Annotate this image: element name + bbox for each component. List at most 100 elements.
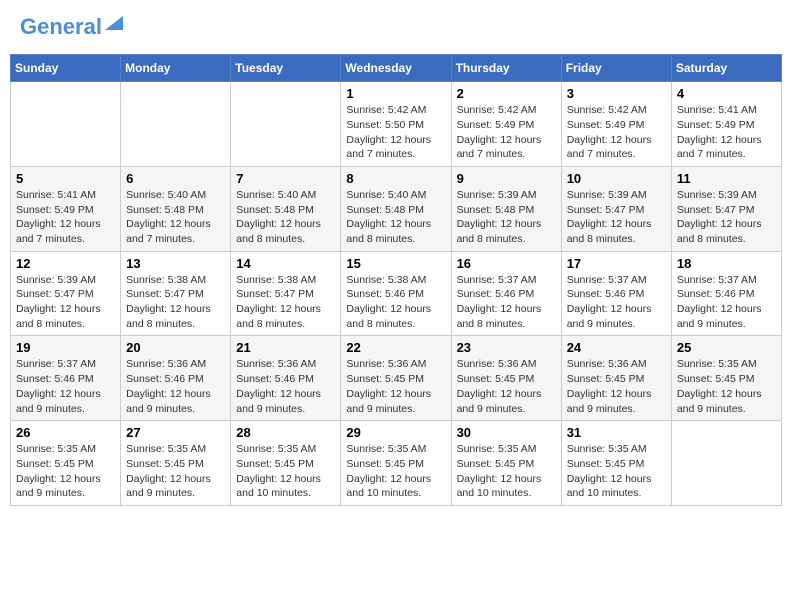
day-info: Sunrise: 5:38 AM Sunset: 5:47 PM Dayligh…	[126, 273, 225, 332]
day-info: Sunrise: 5:41 AM Sunset: 5:49 PM Dayligh…	[677, 103, 776, 162]
weekday-header-cell: Saturday	[671, 55, 781, 82]
calendar-day-cell: 25 Sunrise: 5:35 AM Sunset: 5:45 PM Dayli…	[671, 336, 781, 421]
calendar-day-cell: 8Sunrise: 5:40 AM Sunset: 5:48 PM Daylig…	[341, 166, 451, 251]
day-info: Sunrise: 5:39 AM Sunset: 5:48 PM Dayligh…	[457, 188, 556, 247]
day-info: Sunrise: 5:35 AM Sunset: 5:45 PM Dayligh…	[126, 442, 225, 501]
day-info: Sunrise: 5:39 AM Sunset: 5:47 PM Dayligh…	[567, 188, 666, 247]
day-info: Sunrise: 5:42 AM Sunset: 5:49 PM Dayligh…	[457, 103, 556, 162]
day-number: 7	[236, 171, 335, 186]
day-number: 25	[677, 340, 776, 355]
day-info: Sunrise: 5:35 AM Sunset: 5:45 PM Dayligh…	[677, 357, 776, 416]
calendar-day-cell: 30 Sunrise: 5:35 AM Sunset: 5:45 PM Dayli…	[451, 421, 561, 506]
calendar-day-cell	[671, 421, 781, 506]
calendar-day-cell: 21 Sunrise: 5:36 AM Sunset: 5:46 PM Dayli…	[231, 336, 341, 421]
day-info: Sunrise: 5:35 AM Sunset: 5:45 PM Dayligh…	[236, 442, 335, 501]
calendar-table: SundayMondayTuesdayWednesdayThursdayFrid…	[10, 54, 782, 506]
day-info: Sunrise: 5:37 AM Sunset: 5:46 PM Dayligh…	[457, 273, 556, 332]
day-info: Sunrise: 5:37 AM Sunset: 5:46 PM Dayligh…	[16, 357, 115, 416]
day-info: Sunrise: 5:39 AM Sunset: 5:47 PM Dayligh…	[677, 188, 776, 247]
day-number: 6	[126, 171, 225, 186]
calendar-day-cell: 24Sunrise: 5:36 AM Sunset: 5:45 PM Dayli…	[561, 336, 671, 421]
day-info: Sunrise: 5:42 AM Sunset: 5:49 PM Dayligh…	[567, 103, 666, 162]
calendar-day-cell: 12 Sunrise: 5:39 AM Sunset: 5:47 PM Dayli…	[11, 251, 121, 336]
day-number: 20	[126, 340, 225, 355]
calendar-day-cell	[121, 82, 231, 167]
weekday-header-cell: Thursday	[451, 55, 561, 82]
calendar-day-cell: 20 Sunrise: 5:36 AM Sunset: 5:46 PM Dayli…	[121, 336, 231, 421]
page-header: General	[10, 10, 782, 44]
calendar-day-cell: 6 Sunrise: 5:40 AM Sunset: 5:48 PM Daylig…	[121, 166, 231, 251]
day-number: 9	[457, 171, 556, 186]
calendar-day-cell: 3Sunrise: 5:42 AM Sunset: 5:49 PM Daylig…	[561, 82, 671, 167]
day-info: Sunrise: 5:35 AM Sunset: 5:45 PM Dayligh…	[567, 442, 666, 501]
calendar-week-row: 26 Sunrise: 5:35 AM Sunset: 5:45 PM Dayli…	[11, 421, 782, 506]
day-info: Sunrise: 5:36 AM Sunset: 5:45 PM Dayligh…	[346, 357, 445, 416]
day-info: Sunrise: 5:40 AM Sunset: 5:48 PM Dayligh…	[126, 188, 225, 247]
calendar-day-cell	[11, 82, 121, 167]
day-number: 30	[457, 425, 556, 440]
weekday-header-cell: Monday	[121, 55, 231, 82]
logo: General	[20, 15, 123, 39]
weekday-header-cell: Sunday	[11, 55, 121, 82]
calendar-day-cell: 14 Sunrise: 5:38 AM Sunset: 5:47 PM Dayli…	[231, 251, 341, 336]
day-info: Sunrise: 5:36 AM Sunset: 5:46 PM Dayligh…	[236, 357, 335, 416]
calendar-week-row: 12 Sunrise: 5:39 AM Sunset: 5:47 PM Dayli…	[11, 251, 782, 336]
day-info: Sunrise: 5:41 AM Sunset: 5:49 PM Dayligh…	[16, 188, 115, 247]
day-number: 15	[346, 256, 445, 271]
day-number: 18	[677, 256, 776, 271]
day-number: 2	[457, 86, 556, 101]
calendar-day-cell: 31 Sunrise: 5:35 AM Sunset: 5:45 PM Dayli…	[561, 421, 671, 506]
calendar-day-cell: 9 Sunrise: 5:39 AM Sunset: 5:48 PM Daylig…	[451, 166, 561, 251]
day-number: 29	[346, 425, 445, 440]
day-info: Sunrise: 5:35 AM Sunset: 5:45 PM Dayligh…	[16, 442, 115, 501]
day-info: Sunrise: 5:38 AM Sunset: 5:46 PM Dayligh…	[346, 273, 445, 332]
day-number: 17	[567, 256, 666, 271]
day-number: 1	[346, 86, 445, 101]
day-number: 21	[236, 340, 335, 355]
calendar-day-cell: 22 Sunrise: 5:36 AM Sunset: 5:45 PM Dayli…	[341, 336, 451, 421]
day-info: Sunrise: 5:37 AM Sunset: 5:46 PM Dayligh…	[677, 273, 776, 332]
calendar-day-cell: 28 Sunrise: 5:35 AM Sunset: 5:45 PM Dayli…	[231, 421, 341, 506]
day-info: Sunrise: 5:38 AM Sunset: 5:47 PM Dayligh…	[236, 273, 335, 332]
day-number: 22	[346, 340, 445, 355]
day-number: 26	[16, 425, 115, 440]
day-number: 28	[236, 425, 335, 440]
calendar-day-cell: 7 Sunrise: 5:40 AM Sunset: 5:48 PM Daylig…	[231, 166, 341, 251]
day-info: Sunrise: 5:39 AM Sunset: 5:47 PM Dayligh…	[16, 273, 115, 332]
day-info: Sunrise: 5:36 AM Sunset: 5:46 PM Dayligh…	[126, 357, 225, 416]
logo-icon	[105, 12, 123, 30]
day-number: 8	[346, 171, 445, 186]
day-number: 24	[567, 340, 666, 355]
calendar-week-row: 5 Sunrise: 5:41 AM Sunset: 5:49 PM Daylig…	[11, 166, 782, 251]
day-number: 14	[236, 256, 335, 271]
day-number: 12	[16, 256, 115, 271]
weekday-header-cell: Tuesday	[231, 55, 341, 82]
calendar-day-cell: 15 Sunrise: 5:38 AM Sunset: 5:46 PM Dayli…	[341, 251, 451, 336]
calendar-week-row: 1Sunrise: 5:42 AM Sunset: 5:50 PM Daylig…	[11, 82, 782, 167]
day-number: 31	[567, 425, 666, 440]
calendar-day-cell: 13 Sunrise: 5:38 AM Sunset: 5:47 PM Dayli…	[121, 251, 231, 336]
day-number: 23	[457, 340, 556, 355]
calendar-day-cell: 2 Sunrise: 5:42 AM Sunset: 5:49 PM Daylig…	[451, 82, 561, 167]
weekday-header-cell: Wednesday	[341, 55, 451, 82]
day-number: 5	[16, 171, 115, 186]
calendar-day-cell: 4 Sunrise: 5:41 AM Sunset: 5:49 PM Daylig…	[671, 82, 781, 167]
calendar-day-cell: 17Sunrise: 5:37 AM Sunset: 5:46 PM Dayli…	[561, 251, 671, 336]
day-number: 4	[677, 86, 776, 101]
day-info: Sunrise: 5:35 AM Sunset: 5:45 PM Dayligh…	[457, 442, 556, 501]
day-number: 19	[16, 340, 115, 355]
weekday-header-cell: Friday	[561, 55, 671, 82]
day-number: 13	[126, 256, 225, 271]
day-number: 27	[126, 425, 225, 440]
day-number: 16	[457, 256, 556, 271]
calendar-day-cell: 18 Sunrise: 5:37 AM Sunset: 5:46 PM Dayli…	[671, 251, 781, 336]
calendar-day-cell: 19 Sunrise: 5:37 AM Sunset: 5:46 PM Dayli…	[11, 336, 121, 421]
day-info: Sunrise: 5:40 AM Sunset: 5:48 PM Dayligh…	[236, 188, 335, 247]
day-info: Sunrise: 5:36 AM Sunset: 5:45 PM Dayligh…	[457, 357, 556, 416]
calendar-day-cell: 11Sunrise: 5:39 AM Sunset: 5:47 PM Dayli…	[671, 166, 781, 251]
calendar-day-cell	[231, 82, 341, 167]
calendar-day-cell: 5 Sunrise: 5:41 AM Sunset: 5:49 PM Daylig…	[11, 166, 121, 251]
day-info: Sunrise: 5:35 AM Sunset: 5:45 PM Dayligh…	[346, 442, 445, 501]
calendar-day-cell: 26 Sunrise: 5:35 AM Sunset: 5:45 PM Dayli…	[11, 421, 121, 506]
calendar-day-cell: 27 Sunrise: 5:35 AM Sunset: 5:45 PM Dayli…	[121, 421, 231, 506]
